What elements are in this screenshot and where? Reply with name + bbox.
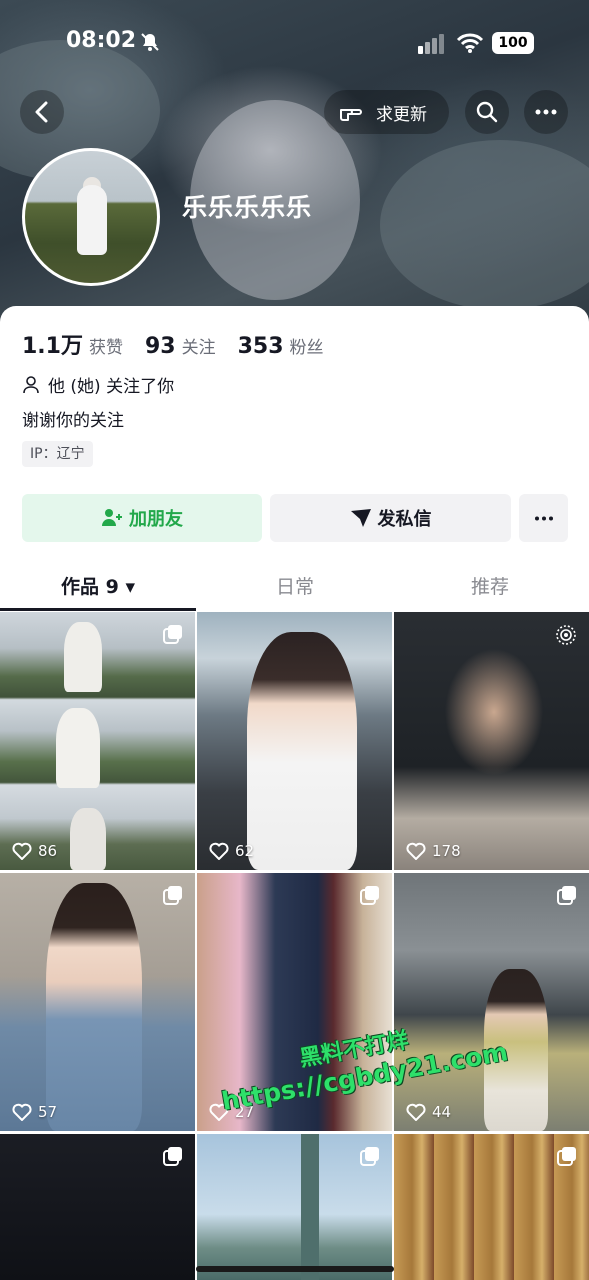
post-likes: 57	[12, 1103, 57, 1121]
post-tile[interactable]: 86	[0, 612, 195, 870]
request-update-button[interactable]: 求更新	[324, 90, 449, 134]
tab-daily[interactable]: 日常	[197, 572, 393, 599]
multi-image-icon	[163, 886, 182, 905]
post-tile[interactable]: 62	[197, 612, 392, 870]
post-likes: 86	[12, 842, 57, 860]
posts-grid: 86 62 178 57 27 44	[0, 612, 589, 1280]
search-icon	[476, 101, 498, 123]
post-likes: 178	[406, 842, 461, 860]
post-likes: 44	[406, 1103, 451, 1121]
photo-figure	[56, 708, 100, 788]
bio: 谢谢你的关注	[22, 411, 124, 431]
profile-banner: 08:02 100 求更新 乐乐乐乐乐	[0, 0, 589, 330]
stat-followers[interactable]: 353 粉丝	[238, 333, 324, 359]
avatar-figure	[77, 185, 107, 255]
live-photo-icon	[556, 625, 576, 645]
user-icon	[23, 375, 39, 393]
chevron-left-icon	[35, 101, 48, 123]
heart-icon	[12, 1103, 32, 1121]
nickname: 乐乐乐乐乐	[182, 193, 313, 222]
multi-image-icon	[360, 1147, 379, 1166]
likes-count: 62	[235, 842, 255, 860]
heart-icon	[12, 842, 32, 860]
post-tile[interactable]	[197, 1134, 392, 1280]
post-tile[interactable]: 44	[394, 873, 589, 1131]
heart-icon	[406, 1103, 426, 1121]
back-button[interactable]	[20, 90, 64, 134]
multi-image-icon	[163, 1147, 182, 1166]
likes-count: 57	[38, 1103, 58, 1121]
more-actions-button[interactable]	[519, 494, 568, 542]
post-tile[interactable]	[394, 1134, 589, 1280]
photo-figure	[70, 808, 106, 870]
home-indicator[interactable]	[196, 1266, 394, 1272]
follow-status: 他 (她) 关注了你	[22, 372, 174, 397]
heart-icon	[406, 842, 426, 860]
action-buttons: 加朋友 发私信	[22, 494, 568, 542]
bell-muted-icon	[141, 33, 159, 51]
post-likes: 62	[209, 842, 254, 860]
more-dots-icon	[534, 516, 553, 520]
ip-location-tag: IP：辽宁	[22, 441, 93, 467]
paper-plane-icon	[350, 509, 371, 527]
wifi-icon	[456, 33, 484, 53]
likes-count: 178	[432, 842, 461, 860]
multi-image-icon	[557, 886, 576, 905]
banner-texture	[380, 140, 589, 310]
post-tile[interactable]: 57	[0, 873, 195, 1131]
likes-count: 86	[38, 842, 58, 860]
multi-image-icon	[163, 625, 182, 644]
more-options-button[interactable]	[524, 90, 568, 134]
add-user-icon	[102, 509, 122, 526]
stat-value: 93	[144, 334, 176, 359]
more-dots-icon	[535, 109, 557, 115]
heart-icon	[209, 842, 229, 860]
multi-image-icon	[360, 886, 379, 905]
stat-value: 1.1万	[22, 334, 83, 359]
photo-figure	[64, 622, 102, 692]
add-friend-button[interactable]: 加朋友	[22, 494, 262, 542]
tab-recommended[interactable]: 推荐	[392, 572, 588, 599]
battery-indicator: 100	[492, 32, 534, 54]
request-update-label: 求更新	[376, 104, 427, 125]
status-bar: 08:02 100	[0, 28, 589, 60]
post-tile[interactable]	[0, 1134, 195, 1280]
photo-figure	[247, 632, 357, 870]
stat-label: 获赞	[88, 338, 123, 358]
add-friend-label: 加朋友	[129, 509, 183, 530]
tab-works[interactable]: 作品 9 ▾	[0, 572, 196, 599]
post-tile[interactable]: 178	[394, 612, 589, 870]
multi-image-icon	[557, 1147, 576, 1166]
avatar[interactable]	[22, 148, 160, 286]
search-button[interactable]	[465, 90, 509, 134]
follow-status-text: 他 (她) 关注了你	[48, 377, 175, 397]
content-tabs: 作品 9 ▾ 日常 推荐	[0, 556, 589, 612]
stat-value: 353	[237, 334, 284, 359]
active-tab-indicator	[0, 608, 196, 611]
likes-count: 44	[432, 1103, 452, 1121]
photo-figure	[46, 883, 142, 1131]
stat-label: 关注	[181, 338, 216, 358]
photo-pillar	[301, 1134, 319, 1280]
pointing-hand-icon	[340, 109, 362, 121]
stats-row: 1.1万 获赞 93 关注 353 粉丝	[22, 328, 346, 360]
stat-label: 粉丝	[289, 338, 324, 358]
cellular-signal-icon	[418, 34, 444, 54]
send-message-button[interactable]: 发私信	[270, 494, 511, 542]
send-message-label: 发私信	[377, 509, 432, 530]
stat-likes[interactable]: 1.1万 获赞	[22, 328, 123, 360]
status-time: 08:02	[66, 28, 137, 53]
stat-following[interactable]: 93 关注	[145, 333, 216, 359]
